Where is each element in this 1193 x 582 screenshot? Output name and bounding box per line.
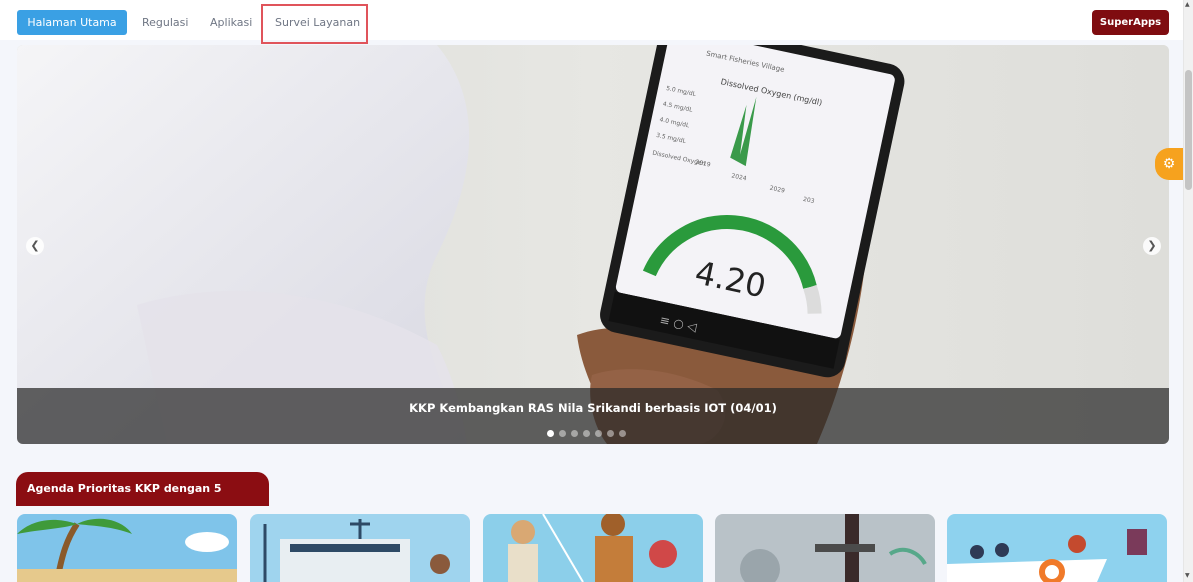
caption-bar (17, 388, 1169, 444)
carousel-dot[interactable] (583, 430, 590, 437)
agenda-card-1[interactable] (17, 514, 237, 582)
hero-image: Smart Fisheries Village Dissolved Oxygen… (17, 45, 1169, 444)
carousel-prev-button[interactable]: ❮ (26, 237, 44, 255)
hero-carousel[interactable]: Smart Fisheries Village Dissolved Oxygen… (17, 45, 1169, 444)
boat-patrol-illustration (947, 514, 1167, 582)
agenda-card-3[interactable] (483, 514, 703, 582)
agenda-card-5[interactable] (947, 514, 1167, 582)
fishermen-illustration (483, 514, 703, 582)
agenda-card-2[interactable] (250, 514, 470, 582)
nav-regulasi[interactable]: Regulasi (142, 10, 188, 35)
agenda-card-4[interactable] (715, 514, 935, 582)
chevron-left-icon: ❮ (30, 239, 40, 252)
carousel-dot[interactable] (607, 430, 614, 437)
beach-palm-illustration (17, 514, 237, 582)
scroll-down-icon[interactable]: ▼ (1185, 572, 1190, 579)
industry-illustration (715, 514, 935, 582)
hero-caption[interactable]: KKP Kembangkan RAS Nila Srikandi berbasi… (17, 401, 1169, 415)
carousel-dot[interactable] (559, 430, 566, 437)
scrollbar-thumb[interactable] (1185, 70, 1192, 190)
nav-halaman-utama[interactable]: Halaman Utama (17, 10, 127, 35)
carousel-indicators (547, 422, 631, 437)
carousel-dot[interactable] (595, 430, 602, 437)
settings-tab[interactable]: ⚙ (1155, 148, 1183, 180)
carousel-next-button[interactable]: ❯ (1143, 237, 1161, 255)
superapps-button[interactable]: SuperApps (1092, 10, 1169, 35)
top-navbar: Halaman Utama Regulasi Aplikasi Survei L… (0, 0, 1183, 40)
carousel-dot[interactable] (571, 430, 578, 437)
carousel-dot[interactable] (547, 430, 554, 437)
carousel-dot[interactable] (619, 430, 626, 437)
fishing-ship-illustration (250, 514, 470, 582)
scroll-up-icon[interactable]: ▲ (1185, 1, 1190, 8)
page: Halaman Utama Regulasi Aplikasi Survei L… (0, 0, 1193, 582)
nav-aplikasi[interactable]: Aplikasi (210, 10, 252, 35)
annotation-highlight-box (261, 4, 368, 44)
gear-icon: ⚙ (1162, 156, 1176, 172)
chevron-right-icon: ❯ (1147, 239, 1157, 252)
agenda-title: Agenda Prioritas KKP dengan 5 Kebijakan (16, 472, 269, 529)
